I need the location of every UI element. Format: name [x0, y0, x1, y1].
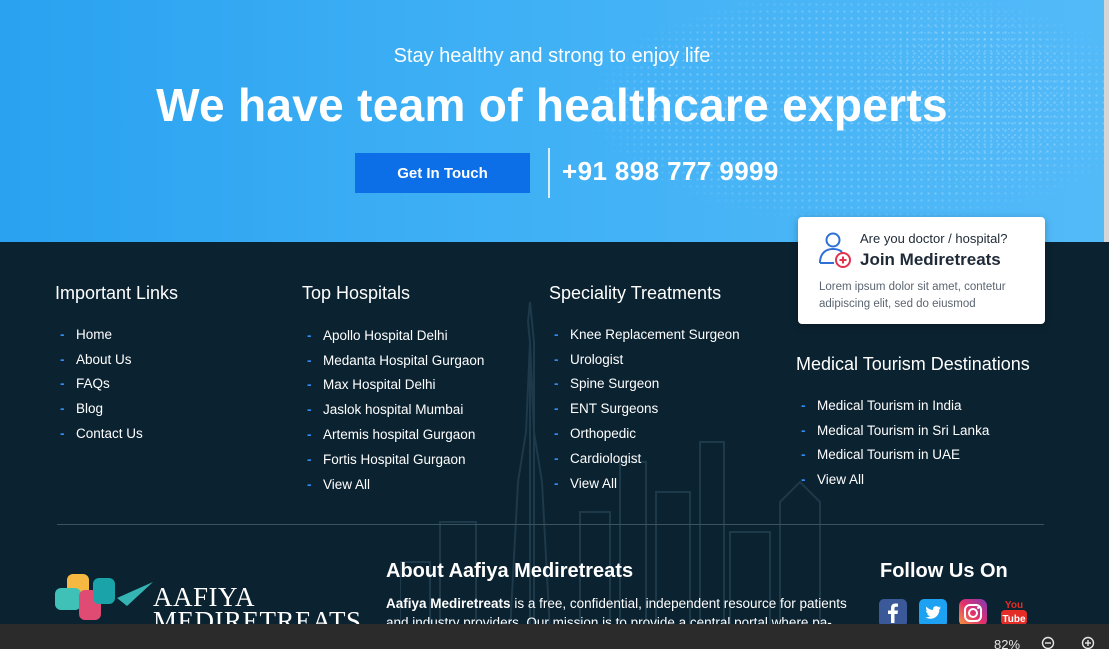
follow-us-heading: Follow Us On: [880, 560, 1008, 582]
link-medanta[interactable]: Medanta Hospital Gurgaon: [323, 353, 484, 368]
list-item[interactable]: - Knee Replacement Surgeon: [549, 322, 740, 347]
top-hospitals-list: - Apollo Hospital Delhi - Medanta Hospital…: [302, 323, 484, 497]
link-about-us[interactable]: About Us: [76, 352, 132, 367]
link-tourism-india[interactable]: Medical Tourism in India: [817, 398, 962, 413]
column-heading: Medical Tourism Destinations: [796, 354, 1030, 374]
youtube-icon[interactable]: You Tube: [1000, 597, 1028, 627]
link-tourism-uae[interactable]: Medical Tourism in UAE: [817, 447, 960, 462]
list-item[interactable]: - Urologist: [549, 347, 740, 372]
list-item[interactable]: - Fortis Hospital Gurgaon: [302, 447, 484, 472]
hero-title: We have team of healthcare experts: [156, 79, 948, 131]
twitter-icon[interactable]: [919, 599, 947, 627]
list-item[interactable]: - About Us: [55, 347, 178, 372]
viewer-toolbar: 82%: [0, 624, 1109, 649]
list-item[interactable]: - Apollo Hospital Delhi: [302, 323, 484, 348]
list-item[interactable]: - View All: [549, 471, 740, 496]
link-orthopedic[interactable]: Orthopedic: [570, 426, 636, 441]
list-item[interactable]: - Medical Tourism in UAE: [796, 443, 1030, 468]
zoom-out-icon[interactable]: [1041, 636, 1055, 649]
link-contact-us[interactable]: Contact Us: [76, 426, 143, 441]
facebook-icon[interactable]: [879, 599, 907, 627]
list-item[interactable]: - FAQs: [55, 372, 178, 397]
hero-divider: [548, 148, 550, 198]
link-home[interactable]: Home: [76, 327, 112, 342]
list-item[interactable]: - Jaslok hospital Mumbai: [302, 397, 484, 422]
list-item[interactable]: - Home: [55, 322, 178, 347]
list-item[interactable]: - Spine Surgeon: [549, 372, 740, 397]
link-ent-surgeons[interactable]: ENT Surgeons: [570, 401, 658, 416]
list-item[interactable]: - Blog: [55, 396, 178, 421]
hero-subtitle: Stay healthy and strong to enjoy life: [393, 45, 711, 67]
youtube-you-text: You: [1005, 600, 1023, 611]
about-brand: Aafiya Mediretreats: [386, 596, 511, 611]
speciality-treatments-list: - Knee Replacement Surgeon - Urologist - Sp…: [549, 322, 740, 496]
column-heading: Speciality Treatments: [549, 283, 722, 303]
join-card-question: Are you doctor / hospital?: [860, 231, 1008, 246]
about-heading: About Aafiya Mediretreats: [386, 560, 634, 582]
list-item[interactable]: - Medical Tourism in Sri Lanka: [796, 418, 1030, 443]
list-item[interactable]: - Artemis hospital Gurgaon: [302, 422, 484, 447]
list-item[interactable]: - View All: [302, 472, 484, 497]
link-view-all-hospitals[interactable]: View All: [323, 477, 370, 492]
column-heading: Top Hospitals: [302, 283, 411, 303]
list-item[interactable]: - Orthopedic: [549, 421, 740, 446]
list-item[interactable]: - View All: [796, 467, 1030, 492]
instagram-icon[interactable]: [959, 599, 987, 627]
get-in-touch-button[interactable]: Get In Touch: [355, 153, 530, 193]
link-blog[interactable]: Blog: [76, 401, 103, 416]
link-artemis[interactable]: Artemis hospital Gurgaon: [323, 427, 475, 442]
logo-mark-icon: [55, 574, 153, 620]
column-heading: Important Links: [55, 283, 179, 303]
link-view-all-treatments[interactable]: View All: [570, 476, 617, 491]
join-card-heading: Join Mediretreats: [860, 250, 1001, 269]
link-knee-replacement[interactable]: Knee Replacement Surgeon: [570, 327, 740, 342]
link-apollo[interactable]: Apollo Hospital Delhi: [323, 328, 448, 343]
link-max[interactable]: Max Hospital Delhi: [323, 377, 436, 392]
add-doctor-icon: [819, 232, 851, 268]
join-mediretreats-card[interactable]: Are you doctor / hospital? Join Mediretr…: [798, 217, 1045, 324]
link-spine-surgeon[interactable]: Spine Surgeon: [570, 376, 659, 391]
link-urologist[interactable]: Urologist: [570, 352, 623, 367]
list-item[interactable]: - Medanta Hospital Gurgaon: [302, 348, 484, 373]
join-card-text: Lorem ipsum dolor sit amet, contetur adi…: [819, 281, 1006, 310]
top-hospitals-column: Top Hospitals - Apollo Hospital Delhi - Me…: [302, 283, 484, 497]
link-cardiologist[interactable]: Cardiologist: [570, 451, 641, 466]
list-item[interactable]: - Medical Tourism in India: [796, 393, 1030, 418]
link-faqs[interactable]: FAQs: [76, 376, 110, 391]
phone-number[interactable]: +91 898 777 9999: [562, 156, 779, 187]
link-view-all-destinations[interactable]: View All: [817, 472, 864, 487]
footer-divider: [57, 524, 1044, 525]
medical-tourism-column: Medical Tourism Destinations - Medical To…: [796, 354, 1030, 492]
list-item[interactable]: - ENT Surgeons: [549, 396, 740, 421]
speciality-treatments-column: Speciality Treatments - Knee Replacement …: [549, 283, 740, 496]
zoom-level: 82%: [994, 637, 1021, 649]
zoom-in-icon[interactable]: [1081, 636, 1095, 649]
link-jaslok[interactable]: Jaslok hospital Mumbai: [323, 402, 463, 417]
scrollbar[interactable]: [1104, 0, 1109, 242]
list-item[interactable]: - Cardiologist: [549, 446, 740, 471]
link-fortis[interactable]: Fortis Hospital Gurgaon: [323, 452, 466, 467]
list-item[interactable]: - Max Hospital Delhi: [302, 373, 484, 398]
important-links-list: - Home - About Us - FAQs - Blog - Contact Us: [55, 322, 178, 446]
important-links-column: Important Links - Home - About Us - FAQs -B…: [55, 283, 178, 446]
link-tourism-sri-lanka[interactable]: Medical Tourism in Sri Lanka: [817, 423, 989, 438]
list-item[interactable]: - Contact Us: [55, 421, 178, 446]
aafiya-logo[interactable]: AAFIYA MEDIRETREATS: [55, 572, 365, 636]
medical-tourism-list: - Medical Tourism in India - Medical Touri…: [796, 393, 1030, 492]
hero-banner: Stay healthy and strong to enjoy life We…: [0, 0, 1104, 242]
